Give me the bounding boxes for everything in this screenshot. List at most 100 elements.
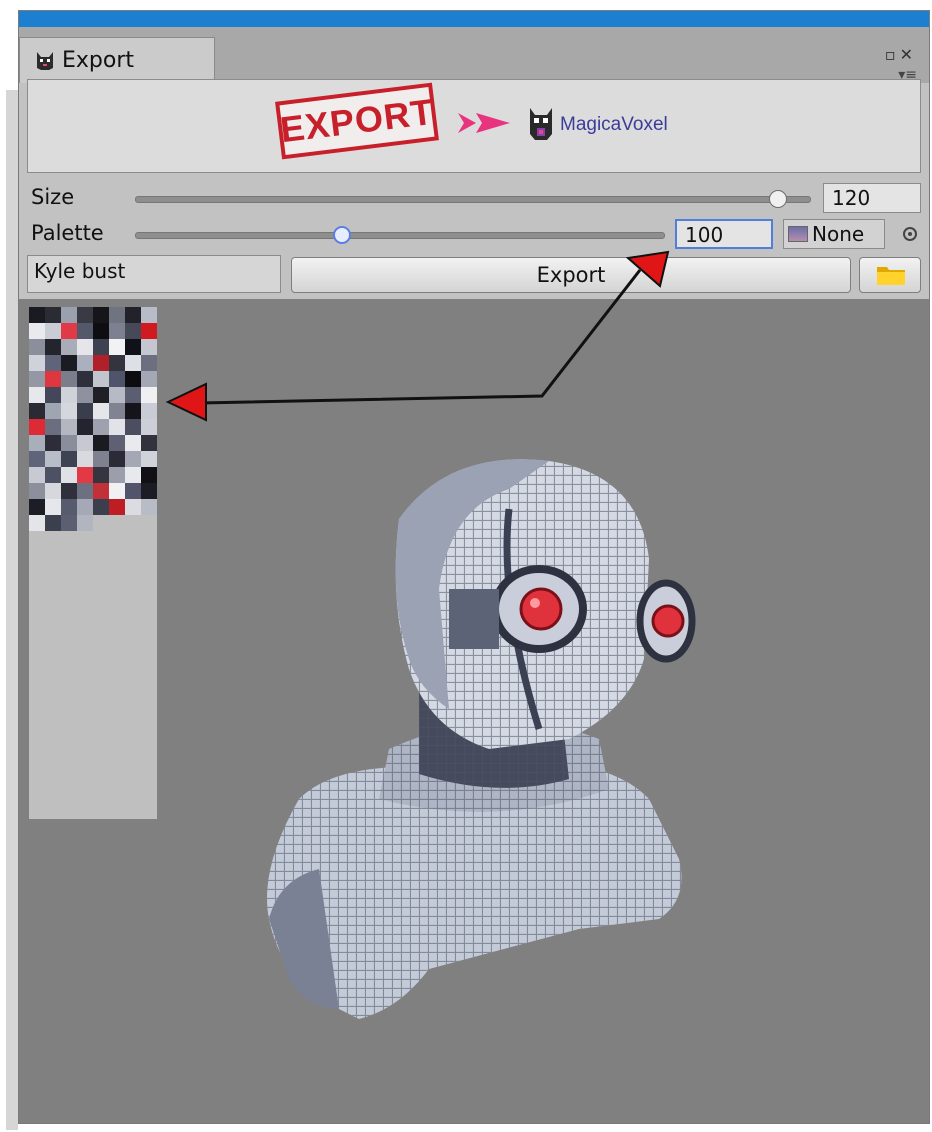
- palette-swatch: [109, 371, 125, 387]
- stamp-text: EXPORT: [277, 90, 436, 151]
- palette-swatch: [93, 435, 109, 451]
- palette-swatch: [93, 483, 109, 499]
- palette-swatch: [93, 451, 109, 467]
- palette-swatch: [61, 307, 77, 323]
- palette-object-field[interactable]: None: [783, 219, 885, 249]
- palette-swatch: [61, 467, 77, 483]
- palette-swatch: [45, 515, 61, 531]
- palette-swatch: [61, 515, 77, 531]
- palette-swatch: [93, 467, 109, 483]
- palette-swatch: [141, 467, 157, 483]
- palette-swatch: [29, 467, 45, 483]
- palette-swatch: [77, 499, 93, 515]
- palette-swatch: [125, 339, 141, 355]
- palette-slider-thumb[interactable]: [333, 226, 351, 244]
- palette-swatch: [77, 403, 93, 419]
- palette-swatch: [125, 307, 141, 323]
- palette-swatch: [141, 435, 157, 451]
- export-stamp: EXPORT: [275, 82, 439, 160]
- palette-swatch: [125, 387, 141, 403]
- open-folder-button[interactable]: [859, 257, 921, 293]
- palette-swatch: [77, 371, 93, 387]
- palette-swatch: [77, 387, 93, 403]
- palette-swatch: [61, 435, 77, 451]
- palette-swatch: [29, 307, 45, 323]
- palette-swatch: [93, 371, 109, 387]
- palette-swatch: [125, 355, 141, 371]
- size-slider-thumb[interactable]: [769, 190, 787, 208]
- palette-swatch: [141, 355, 157, 371]
- palette-swatch: [125, 499, 141, 515]
- palette-swatch: [45, 387, 61, 403]
- background-edge: [0, 0, 18, 1132]
- palette-swatch: [141, 499, 157, 515]
- size-label: Size: [31, 185, 75, 209]
- palette-swatch: [93, 419, 109, 435]
- window-title-bar[interactable]: [19, 11, 929, 27]
- palette-swatch: [93, 307, 109, 323]
- texture-icon: [788, 226, 808, 242]
- palette-swatch: [29, 515, 45, 531]
- palette-swatch: [125, 483, 141, 499]
- palette-swatch: [93, 355, 109, 371]
- export-button[interactable]: Export: [291, 257, 851, 293]
- palette-swatch: [125, 435, 141, 451]
- palette-swatch: [109, 339, 125, 355]
- palette-swatch: [77, 323, 93, 339]
- palette-value-field[interactable]: 100: [675, 219, 773, 249]
- palette-swatch: [61, 483, 77, 499]
- palette-swatch: [61, 339, 77, 355]
- palette-swatch: [45, 499, 61, 515]
- palette-slider-track[interactable]: [135, 232, 665, 239]
- palette-swatch: [45, 419, 61, 435]
- size-row: Size 120: [19, 183, 929, 213]
- palette-swatch: [45, 339, 61, 355]
- magicavoxel-label: MagicaVoxel: [560, 114, 668, 135]
- palette-swatch: [125, 467, 141, 483]
- palette-swatch: [61, 323, 77, 339]
- palette-swatch: [77, 419, 93, 435]
- tab-export[interactable]: Export: [19, 37, 215, 83]
- folder-icon: [877, 267, 905, 285]
- size-slider-track[interactable]: [135, 196, 811, 203]
- palette-swatch: [77, 515, 93, 531]
- palette-swatch: [109, 467, 125, 483]
- palette-row: Palette 100 None: [19, 219, 929, 249]
- preview-viewport[interactable]: [19, 299, 929, 1123]
- palette-swatch: [125, 419, 141, 435]
- palette-swatch: [109, 387, 125, 403]
- palette-swatch: [29, 323, 45, 339]
- export-banner: EXPORT MagicaVoxel: [27, 79, 921, 173]
- palette-swatch: [141, 371, 157, 387]
- palette-swatch: [45, 467, 61, 483]
- palette-object-value: None: [812, 222, 865, 246]
- palette-swatch: [77, 483, 93, 499]
- close-icon[interactable]: ✕: [900, 45, 917, 64]
- palette-swatch: [61, 403, 77, 419]
- palette-swatch: [125, 451, 141, 467]
- palette-swatch: [93, 387, 109, 403]
- palette-swatch: [109, 451, 125, 467]
- palette-swatch: [141, 419, 157, 435]
- palette-swatch: [29, 499, 45, 515]
- palette-swatch: [45, 483, 61, 499]
- palette-swatch: [45, 371, 61, 387]
- palette-swatch: [45, 355, 61, 371]
- maximize-icon[interactable]: ▫: [885, 45, 900, 64]
- palette-swatch: [141, 307, 157, 323]
- object-picker-icon[interactable]: [903, 227, 917, 241]
- palette-swatch: [77, 339, 93, 355]
- palette-swatch: [141, 451, 157, 467]
- palette-swatch: [77, 307, 93, 323]
- voxel-robot-bust-icon: [267, 459, 696, 1019]
- palette-swatch: [109, 323, 125, 339]
- palette-swatch: [109, 499, 125, 515]
- palette-swatch: [141, 387, 157, 403]
- palette-swatch: [29, 419, 45, 435]
- palette-swatch: [93, 403, 109, 419]
- export-name-field[interactable]: Kyle bust: [27, 255, 281, 293]
- palette-swatch: [109, 419, 125, 435]
- size-value-field[interactable]: 120: [823, 183, 921, 213]
- palette-swatch: [45, 451, 61, 467]
- palette-swatch: [93, 323, 109, 339]
